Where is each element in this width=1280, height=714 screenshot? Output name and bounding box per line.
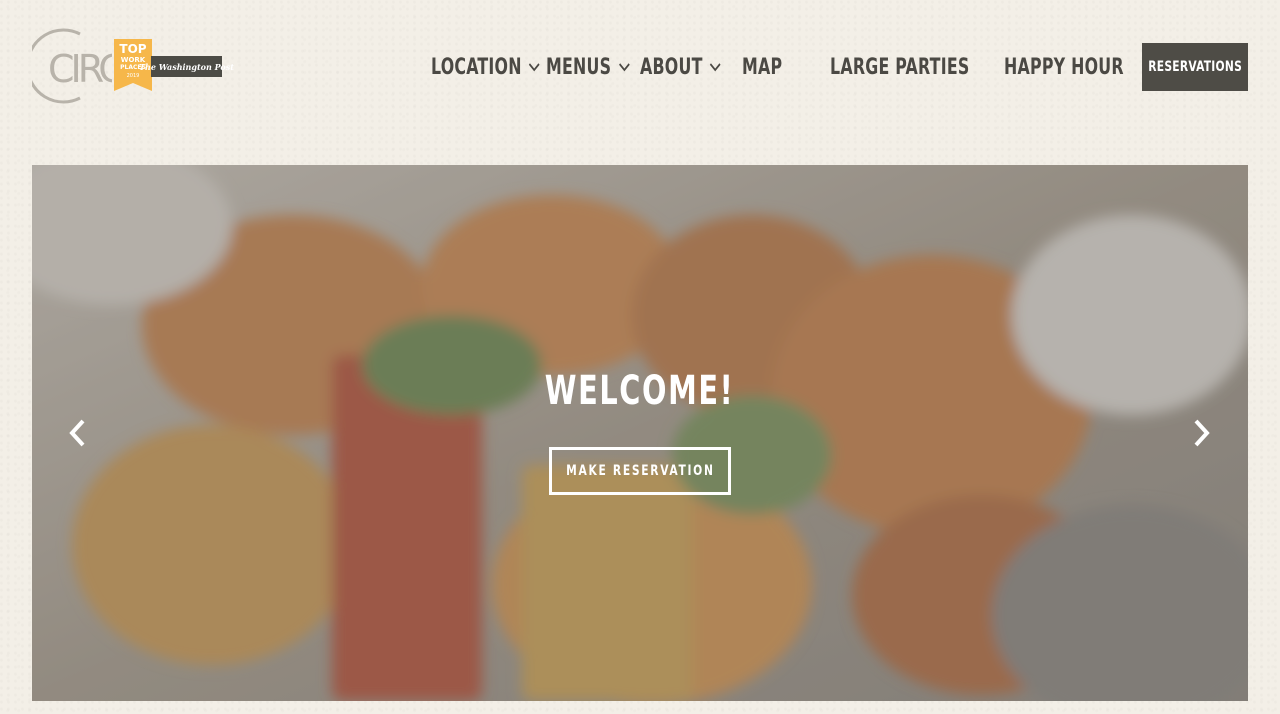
- nav-item-location[interactable]: LOCATION: [431, 54, 541, 80]
- nav-item-label: ABOUT: [640, 54, 703, 80]
- nav-item-label: LOCATION: [431, 54, 522, 80]
- nav-item-label: HAPPY HOUR: [1004, 54, 1124, 80]
- hero-slider: WELCOME! MAKE RESERVATION: [32, 165, 1248, 701]
- site-header: CIRCA TOP WORK PLACES 2019 The Washingto…: [0, 0, 1280, 140]
- nav-item-label: LARGE PARTIES: [830, 54, 970, 80]
- nav-item-label: MENUS: [546, 54, 612, 80]
- hero-title-text: WELCOME!: [545, 368, 735, 414]
- make-reservation-button[interactable]: MAKE RESERVATION: [549, 447, 731, 495]
- svg-text:TOP: TOP: [119, 42, 146, 56]
- reservations-label: RESERVATIONS: [1148, 59, 1242, 75]
- nav-item-label: MAP: [742, 54, 783, 80]
- nav-item-map[interactable]: MAP: [742, 54, 782, 80]
- chevron-down-icon: [618, 63, 630, 72]
- nav-item-menus[interactable]: MENUS: [546, 54, 631, 80]
- nav-item-about[interactable]: ABOUT: [640, 54, 722, 80]
- chevron-down-icon: [710, 63, 721, 72]
- hero-title: WELCOME!: [32, 368, 1248, 414]
- reservations-button[interactable]: RESERVATIONS: [1142, 43, 1248, 91]
- circa-logo[interactable]: CIRCA: [32, 26, 112, 106]
- chevron-down-icon: [529, 63, 540, 72]
- make-reservation-label: MAKE RESERVATION: [565, 463, 715, 479]
- chevron-right-icon: [1194, 419, 1210, 447]
- nav-item-happy-hour[interactable]: HAPPY HOUR: [1004, 54, 1124, 80]
- hero-overlay: [32, 165, 1248, 701]
- svg-text:2019: 2019: [127, 73, 140, 79]
- slider-next-button[interactable]: [1187, 415, 1217, 451]
- svg-text:CIRCA: CIRCA: [48, 47, 112, 91]
- nav-item-large-parties[interactable]: LARGE PARTIES: [830, 54, 970, 80]
- washington-post-label: The Washington Post: [139, 56, 234, 77]
- slider-prev-button[interactable]: [62, 415, 92, 451]
- chevron-left-icon: [69, 419, 85, 447]
